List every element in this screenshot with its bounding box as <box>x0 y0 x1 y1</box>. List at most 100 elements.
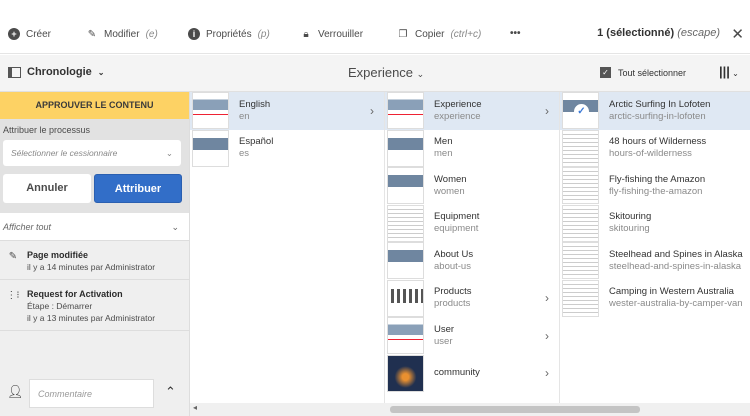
user-icon: 👤︎ <box>7 384 24 399</box>
item-name: user <box>434 335 453 347</box>
close-icon[interactable]: ✕ <box>731 25 744 43</box>
assign-button[interactable]: Attribuer <box>94 174 182 203</box>
list-item[interactable]: Women women <box>385 167 559 205</box>
copy-icon: ❐ <box>398 28 408 40</box>
rail-icon <box>8 66 21 78</box>
cancel-button[interactable]: Annuler <box>3 174 91 203</box>
list-item[interactable]: User user › <box>385 317 559 355</box>
item-name: skitouring <box>609 223 650 235</box>
pencil-icon: ✎ <box>8 251 18 262</box>
list-item[interactable]: Experience experience › <box>385 92 559 130</box>
list-item[interactable]: Español es <box>190 129 384 168</box>
selection-count[interactable]: 1 (sélectionné) (escape) <box>597 27 720 39</box>
chevron-right-icon[interactable]: › <box>370 104 374 118</box>
assignee-select[interactable]: Sélectionner le cessionnaire ⌄ <box>3 140 181 166</box>
thumbnail <box>192 129 229 167</box>
item-title: Camping in Western Australia <box>609 286 734 298</box>
item-name: men <box>434 148 453 160</box>
item-name: equipment <box>434 223 479 235</box>
item-title: Arctic Surfing In Lofoten <box>609 98 711 110</box>
item-name: hours-of-wilderness <box>609 148 692 160</box>
create-button[interactable]: + Créer <box>8 28 51 40</box>
item-title: 48 hours of Wilderness <box>609 136 707 148</box>
timeline-rail: APPROUVER LE CONTENU Attribuer le proces… <box>0 92 190 416</box>
pencil-icon: ✎ <box>87 28 97 40</box>
list-item[interactable]: Products products › <box>385 279 559 318</box>
item-title: Women <box>434 173 467 185</box>
comment-area: 👤︎ Commentaire ⌃ <box>0 379 190 409</box>
column-languages: English en › Español es <box>190 92 385 403</box>
thumbnail <box>387 354 424 392</box>
item-name: arctic-surfing-in-lofoten <box>609 110 706 122</box>
page-title[interactable]: Experience ⌄ <box>348 65 424 80</box>
thumbnail: ✓ <box>562 92 599 130</box>
chevron-up-icon[interactable]: ⌃ <box>165 384 176 400</box>
comment-input[interactable]: Commentaire <box>29 379 154 408</box>
item-title: About Us <box>434 248 474 260</box>
item-name: products <box>434 298 471 310</box>
thumbnail <box>562 242 599 280</box>
horizontal-scrollbar[interactable]: ◂ <box>190 403 750 416</box>
list-item[interactable]: community › <box>385 354 559 393</box>
list-item[interactable]: About Us about-us <box>385 242 559 280</box>
list-item[interactable]: Camping in Western Australia wester-austr… <box>560 279 750 318</box>
lock-icon: 🔒︎ <box>303 28 309 40</box>
chevron-right-icon[interactable]: › <box>545 366 549 380</box>
list-item[interactable]: English en › <box>190 92 384 130</box>
item-title: User <box>434 323 455 335</box>
chevron-down-icon: ⌄ <box>171 222 179 232</box>
list-item[interactable]: Skitouring skitouring <box>560 204 750 243</box>
item-name: wester-australia-by-camper-van <box>609 298 743 310</box>
list-item[interactable]: ✓ Arctic Surfing In Lofoten arctic-surfing… <box>560 92 750 130</box>
item-name: about-us <box>434 260 471 272</box>
chevron-down-icon: ⌄ <box>97 67 105 77</box>
list-item[interactable]: Equipment equipment <box>385 204 559 243</box>
header-bar: Chronologie ⌄ Experience ⌄ ✓ Tout sélectio… <box>0 55 750 92</box>
thumbnail <box>562 167 599 205</box>
properties-button[interactable]: i Propriétés (p) <box>188 28 270 40</box>
scrollbar-thumb[interactable] <box>390 406 640 413</box>
item-name: women <box>434 185 465 197</box>
chevron-right-icon[interactable]: › <box>545 104 549 118</box>
thumbnail <box>562 129 599 167</box>
item-title: English <box>239 98 271 110</box>
list-item[interactable]: Men men <box>385 129 559 168</box>
timeline-event[interactable]: ⋮⁝ Request for Activation Étape : Démarrer… <box>0 280 189 331</box>
item-title: community <box>434 367 480 379</box>
column-view-icon[interactable]: ||| ⌄ <box>719 64 739 79</box>
thumbnail <box>387 204 424 242</box>
copy-button[interactable]: ❐ Copier (ctrl+c) <box>397 28 482 40</box>
chevron-right-icon[interactable]: › <box>545 329 549 343</box>
chevron-down-icon: ⌄ <box>416 69 425 79</box>
check-icon: ✓ <box>574 104 589 120</box>
item-title: Men <box>434 136 453 148</box>
thumbnail <box>387 167 424 205</box>
list-item[interactable]: Steelhead and Spines in Alaska steelhead-… <box>560 242 750 280</box>
item-name: es <box>239 148 250 160</box>
item-title: Fly-fishing the Amazon <box>609 173 706 185</box>
list-item[interactable]: Fly-fishing the Amazon fly-fishing-the-am… <box>560 167 750 205</box>
chevron-down-icon: ⌄ <box>165 148 173 158</box>
lock-button[interactable]: 🔒︎ Verrouiller <box>300 28 363 40</box>
select-all-button[interactable]: ✓ Tout sélectionner <box>600 67 686 78</box>
chevron-right-icon[interactable]: › <box>545 291 549 305</box>
item-title: Steelhead and Spines in Alaska <box>609 248 743 260</box>
item-title: Products <box>434 286 472 298</box>
item-name: experience <box>434 110 481 122</box>
list-item[interactable]: 48 hours of Wilderness hours-of-wildernes… <box>560 129 750 168</box>
item-name: fly-fishing-the-amazon <box>609 185 703 197</box>
plus-icon: + <box>8 28 20 40</box>
thumbnail <box>387 279 424 317</box>
edit-button[interactable]: ✎ Modifier (e) <box>86 28 158 40</box>
checkbox-icon: ✓ <box>600 67 611 78</box>
info-icon: i <box>188 28 200 40</box>
item-title: Skitouring <box>609 211 652 223</box>
timeline-event[interactable]: ✎ Page modifiée il y a 14 minutes par Admi… <box>0 241 189 280</box>
more-button[interactable]: ••• <box>510 28 521 39</box>
rail-toggle[interactable]: Chronologie ⌄ <box>8 66 104 78</box>
show-all-filter[interactable]: Afficher tout ⌄ <box>0 213 189 241</box>
thumbnail <box>387 242 424 280</box>
assign-workflow: Attribuer le processus Sélectionner le c… <box>0 119 189 213</box>
thumbnail <box>562 204 599 242</box>
approve-content-banner[interactable]: APPROUVER LE CONTENU <box>0 92 189 119</box>
